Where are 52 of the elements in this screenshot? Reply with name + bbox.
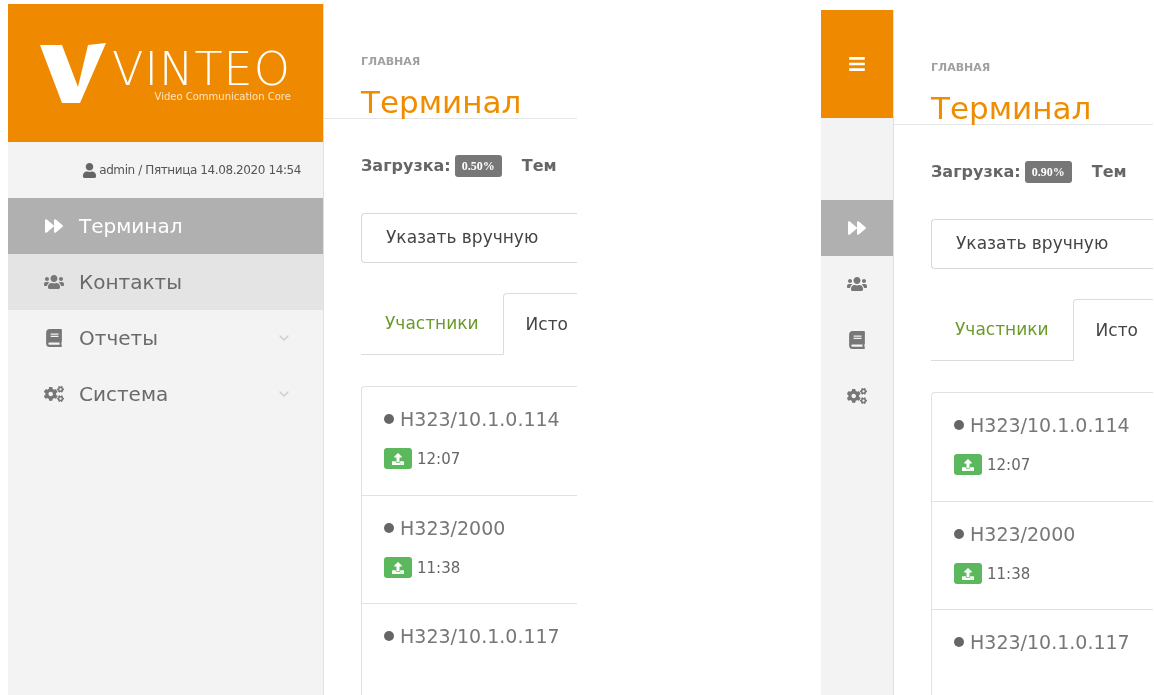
call-time: 11:38 (987, 563, 1031, 585)
load-value-badge: 0.90% (1024, 161, 1072, 183)
breadcrumb: ГЛАВНАЯ (361, 56, 421, 67)
load-value-badge: 0.50% (454, 155, 502, 177)
call-address: H323/10.1.0.117 (970, 630, 1130, 655)
source-select[interactable]: Указать вручную (931, 219, 1153, 269)
menu-label: Система (79, 381, 170, 408)
call-address: H323/10.1.0.117 (400, 624, 560, 649)
call-address: H323/10.1.0.114 (970, 413, 1130, 438)
tab[interactable]: Исто (1072, 299, 1153, 361)
gears-icon (44, 385, 64, 403)
menu-item[interactable]: Контакты (8, 254, 323, 310)
fast-forward-icon (44, 217, 64, 235)
fast-forward-icon (847, 219, 867, 237)
menu-item[interactable]: Система (8, 366, 323, 422)
users-icon (847, 275, 867, 293)
logo-brand: VINTEO (112, 47, 291, 91)
menu-icon (848, 55, 866, 73)
call-address: H323/2000 (400, 516, 506, 541)
call-address: H323/2000 (970, 522, 1076, 547)
call-time: 12:07 (417, 448, 461, 470)
menu-label: Терминал (79, 213, 184, 240)
logo-icon (40, 43, 107, 103)
call-time: 12:07 (987, 454, 1031, 476)
book-icon (44, 329, 64, 347)
menu-label: Отчеты (79, 325, 159, 352)
call-address: H323/10.1.0.114 (400, 407, 560, 432)
call-time: 11:38 (417, 557, 461, 579)
menu-label: Контакты (79, 269, 183, 296)
tab[interactable]: Участники (931, 299, 1073, 361)
tab[interactable]: Участники (361, 293, 503, 355)
menu-item[interactable]: Отчеты (8, 310, 323, 366)
logo-tagline: Video Communication Core (154, 91, 291, 103)
load-label: Загрузка: (931, 161, 1021, 183)
breadcrumb: ГЛАВНАЯ (931, 62, 991, 73)
users-icon (44, 273, 64, 291)
stat-label: Тем (521, 155, 557, 177)
page-title: Терминал (931, 93, 1092, 124)
user-info: admin / Пятница 14.08.2020 14:54 (99, 162, 301, 179)
upload-icon (384, 557, 412, 579)
menu-item[interactable] (821, 200, 893, 256)
tab[interactable]: Исто (502, 293, 577, 355)
gears-icon (847, 387, 867, 405)
source-select[interactable]: Указать вручную (361, 213, 577, 263)
book-icon (847, 331, 867, 349)
upload-icon (384, 448, 412, 470)
load-label: Загрузка: (361, 155, 451, 177)
user-icon (82, 162, 98, 178)
stat-label: Тем (1091, 161, 1127, 183)
upload-icon (954, 563, 982, 585)
upload-icon (954, 454, 982, 476)
page-title: Терминал (361, 87, 522, 118)
